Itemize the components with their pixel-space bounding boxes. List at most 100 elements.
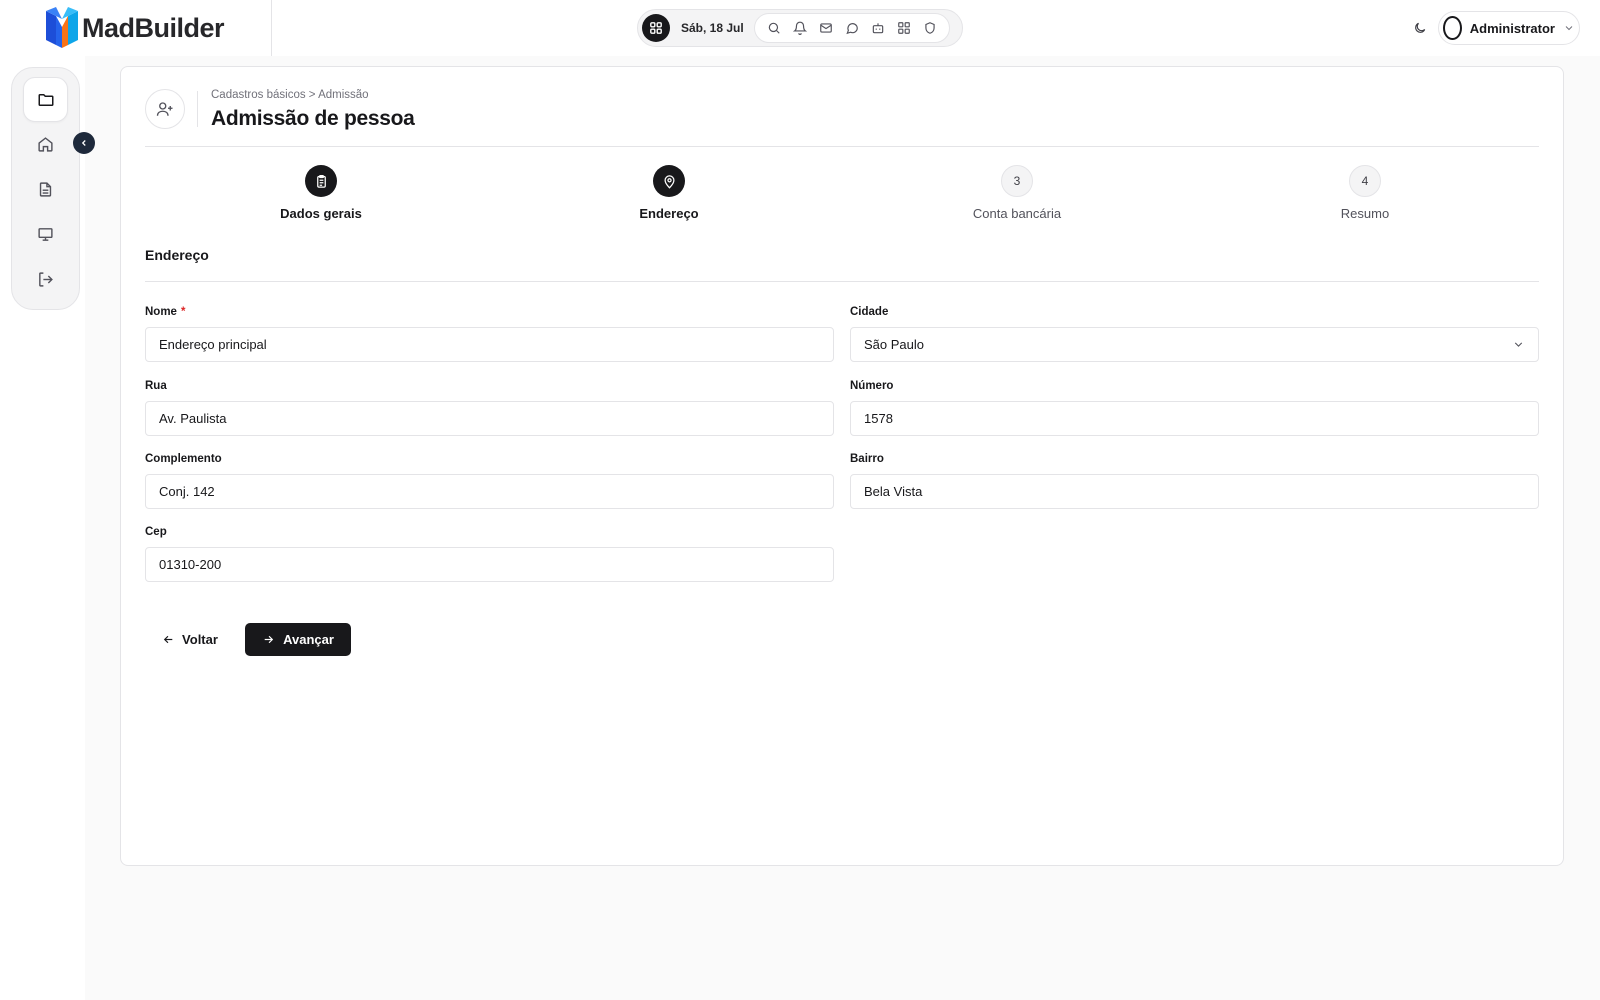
next-button-label: Avançar — [283, 632, 334, 647]
moon-icon — [1415, 22, 1426, 33]
main-card: Cadastros básicos > Admissão Admissão de… — [120, 66, 1564, 866]
mail-icon — [819, 23, 832, 33]
monitor-icon — [38, 228, 53, 241]
logo[interactable]: MadBuilder — [0, 0, 272, 56]
chat-button[interactable] — [839, 15, 865, 41]
complemento-input[interactable] — [159, 484, 820, 499]
chevron-down-icon — [1563, 22, 1575, 34]
cidade-select[interactable]: São Paulo — [850, 327, 1539, 362]
breadcrumb: Cadastros básicos > Admissão — [211, 89, 369, 101]
step-indicator: 3 — [1001, 165, 1033, 197]
page-title: Admissão de pessoa — [211, 107, 415, 130]
logo-mark-icon — [46, 7, 78, 48]
field-label: Complemento — [145, 453, 222, 465]
log-out-icon — [39, 272, 53, 287]
sidebar-item-folder[interactable] — [23, 77, 68, 122]
search-button[interactable] — [761, 15, 787, 41]
required-mark: * — [180, 306, 186, 318]
sidebar-item-documents[interactable] — [23, 167, 68, 212]
messages-button[interactable] — [813, 15, 839, 41]
header-divider — [197, 91, 198, 127]
file-text-icon — [39, 182, 52, 197]
section-title: Endereço — [145, 247, 209, 263]
sidebar-item-logout[interactable] — [23, 257, 68, 302]
field-label: Rua — [145, 380, 167, 392]
bairro-input[interactable] — [864, 484, 1525, 499]
notifications-button[interactable] — [787, 15, 813, 41]
user-plus-icon — [145, 89, 185, 129]
step-conta-bancaria[interactable]: 3 Conta bancária — [917, 165, 1117, 221]
numero-input-wrapper — [850, 401, 1539, 436]
toolbar-icons — [753, 13, 950, 43]
modules-button[interactable] — [891, 15, 917, 41]
cidade-selected-value: São Paulo — [864, 337, 924, 352]
next-button[interactable]: Avançar — [245, 623, 351, 656]
field-complemento: Complemento — [145, 453, 834, 509]
collapse-sidebar-button[interactable] — [73, 132, 95, 154]
top-bar: MadBuilder Sáb, 18 Jul Administrator — [0, 0, 1600, 56]
theme-toggle-button[interactable] — [1409, 17, 1431, 39]
sidebar-item-monitor[interactable] — [23, 212, 68, 257]
nome-input[interactable] — [159, 337, 820, 352]
cep-input-wrapper — [145, 547, 834, 582]
complemento-input-wrapper — [145, 474, 834, 509]
field-label: Bairro — [850, 453, 884, 465]
step-label: Endereço — [639, 206, 699, 221]
grid-icon — [650, 22, 662, 34]
rua-input[interactable] — [159, 411, 820, 426]
step-label: Dados gerais — [280, 206, 362, 221]
app-name: MadBuilder — [82, 12, 225, 43]
date-display: Sáb, 18 Jul — [681, 21, 744, 35]
divider — [145, 146, 1539, 147]
bot-icon — [872, 23, 883, 34]
avatar — [1443, 16, 1462, 40]
numero-input[interactable] — [864, 411, 1525, 426]
shield-icon — [925, 22, 935, 34]
user-name: Administrator — [1469, 20, 1555, 36]
chevron-left-icon — [81, 140, 86, 146]
field-label: Número — [850, 380, 894, 392]
rua-input-wrapper — [145, 401, 834, 436]
divider — [145, 281, 1539, 282]
field-nome: Nome * — [145, 306, 834, 362]
bairro-input-wrapper — [850, 474, 1539, 509]
map-pin-icon — [663, 174, 675, 189]
layout-grid-icon — [897, 22, 910, 34]
sidebar — [11, 67, 80, 310]
step-resumo[interactable]: 4 Resumo — [1265, 165, 1465, 221]
step-endereco[interactable]: Endereço — [569, 165, 769, 221]
nome-input-wrapper — [145, 327, 834, 362]
back-button-label: Voltar — [182, 631, 218, 647]
step-indicator — [305, 165, 337, 197]
field-numero: Número — [850, 380, 1539, 436]
arrow-right-icon — [264, 635, 274, 644]
chevron-down-icon — [1514, 342, 1523, 347]
step-indicator — [653, 165, 685, 197]
sidebar-item-home[interactable] — [23, 122, 68, 167]
home-icon — [38, 137, 53, 152]
toolbar: Sáb, 18 Jul — [637, 9, 963, 47]
cep-input[interactable] — [159, 557, 820, 572]
field-label: Nome * — [145, 306, 186, 318]
arrow-left-icon — [163, 635, 173, 643]
step-dados-gerais[interactable]: Dados gerais — [221, 165, 421, 221]
clipboard-icon — [316, 174, 326, 188]
step-label: Resumo — [1340, 206, 1390, 221]
bell-icon — [792, 21, 807, 35]
search-icon — [768, 22, 780, 34]
chat-icon — [846, 23, 858, 35]
field-cep: Cep — [145, 526, 834, 582]
field-label: Cidade — [850, 306, 889, 318]
folder-icon — [38, 93, 53, 106]
apps-button[interactable] — [642, 14, 670, 42]
field-label: Cep — [145, 526, 167, 538]
user-menu[interactable]: Administrator — [1438, 11, 1580, 45]
back-button[interactable]: Voltar — [145, 623, 235, 655]
assistant-button[interactable] — [865, 15, 891, 41]
step-label: Conta bancária — [972, 206, 1062, 221]
step-indicator: 4 — [1349, 165, 1381, 197]
field-bairro: Bairro — [850, 453, 1539, 509]
field-cidade: Cidade São Paulo — [850, 306, 1539, 362]
field-rua: Rua — [145, 380, 834, 436]
security-button[interactable] — [917, 15, 943, 41]
